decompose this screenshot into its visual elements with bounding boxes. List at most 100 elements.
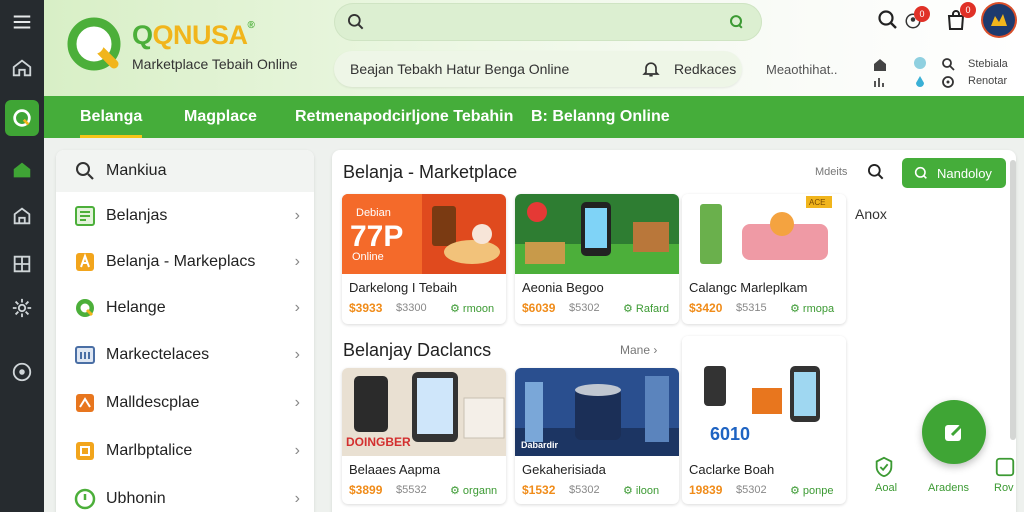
brand-name: QQNUSA® [132, 20, 255, 50]
product-seller: ⚙ rmoon [450, 303, 495, 315]
edit-square-icon [995, 457, 1015, 477]
sidebar-item-malldescplae[interactable]: Malldescplae › [56, 380, 314, 426]
svg-text:Debian: Debian [356, 207, 391, 219]
sidebar-item-label: Mankiua [106, 162, 167, 179]
promo-text: Beajan Tebakh Hatur Benga Online [350, 61, 570, 77]
scrollbar[interactable] [1010, 160, 1016, 440]
product-price: $1532 [522, 483, 556, 497]
search-mini-icon[interactable] [941, 57, 955, 71]
tag-icon [76, 253, 94, 271]
promo-link[interactable]: Redkaces [674, 61, 736, 77]
sidebar-item-label: Markectelaces [106, 346, 210, 363]
sidebar-item-belanja-markeplacs[interactable]: Belanja - Markeplacs › [56, 239, 314, 285]
sidebar-item-label: Malldescplae [106, 394, 200, 411]
compose-fab[interactable] [922, 400, 986, 464]
store-icon[interactable] [0, 150, 44, 190]
settings-mini-icon[interactable] [941, 75, 955, 89]
tab-belanga[interactable]: Belanga [80, 96, 143, 138]
search-icon [914, 166, 927, 179]
user-icon[interactable]: 0 [904, 6, 930, 35]
sidebar-item-label: Belanjas [106, 207, 168, 224]
product-card[interactable]: 6010 Caclarke Boah 19839 $5302 ⚙ ponpe [682, 336, 846, 504]
brand-logo-icon[interactable] [66, 16, 124, 74]
header-link[interactable]: Meaothihat.. [766, 62, 838, 77]
product-title: Darkelong I Tebaih [349, 280, 458, 295]
sidebar-item-marlbptalice[interactable]: Marlbptalice › [56, 428, 314, 474]
home-icon[interactable] [0, 48, 44, 88]
grid-icon[interactable] [0, 244, 44, 284]
dot-mini-icon[interactable] [913, 56, 927, 70]
sidebar-item-mankiua[interactable]: Mankiua [56, 150, 314, 192]
bottom-action-rov[interactable]: Rov [994, 456, 1016, 494]
user-badge: 0 [914, 6, 930, 22]
product-title: Calangc Marleplkam [689, 280, 808, 295]
shield-icon [875, 456, 893, 478]
bag-icon [76, 442, 94, 460]
sidebar-item-label: Helange [106, 299, 166, 316]
search-input[interactable] [376, 10, 706, 34]
settings-icon[interactable] [0, 288, 44, 328]
sidebar-item-belanjas[interactable]: Belanjas › [56, 193, 314, 239]
search-icon[interactable] [866, 162, 886, 182]
drop-mini-icon[interactable] [913, 75, 927, 89]
mini-label-b[interactable]: Renotar [968, 75, 1007, 87]
product-image: ACE [682, 194, 846, 274]
product-seller: ⚙ Rafard [623, 303, 669, 315]
bag-icon[interactable]: 0 [944, 2, 976, 37]
download-button[interactable]: Nandoloy [902, 158, 1006, 188]
product-card[interactable]: DOINGBER Belaaes Aapma $3899 $5532 ⚙ org… [342, 368, 506, 504]
chevron-right-icon: › [294, 207, 300, 224]
product-card[interactable]: Aeonia Begoo $6039 $5302 ⚙ Rafard [515, 194, 679, 324]
help-icon[interactable] [0, 352, 44, 392]
search-bar[interactable] [334, 3, 762, 41]
chevron-right-icon: › [294, 442, 300, 459]
store-mini-icon[interactable] [873, 58, 887, 72]
bottom-action-label: Aoal [875, 482, 898, 494]
brand-icon[interactable] [5, 100, 39, 136]
details-link[interactable]: Mdeits [815, 166, 847, 178]
product-image [515, 194, 679, 274]
bottom-action-aoal[interactable]: Aoal [873, 456, 897, 494]
promo-strip[interactable]: Beajan Tebakh Hatur Benga Online Redkace… [334, 51, 742, 87]
avatar[interactable] [983, 4, 1015, 36]
product-old-price: $5532 [396, 484, 427, 496]
product-title: Caclarke Boah [689, 462, 775, 477]
product-title: Aeonia Begoo [522, 280, 604, 295]
product-seller: ⚙ organn [450, 485, 498, 497]
sidebar-item-markectelaces[interactable]: Markectelaces › [56, 332, 314, 378]
mini-label-a[interactable]: Stebiala [968, 58, 1008, 70]
product-seller: ⚙ iloon [623, 485, 660, 497]
product-price: $6039 [522, 301, 556, 315]
menu-icon[interactable] [0, 2, 44, 42]
search-top-icon[interactable] [876, 8, 900, 37]
section-title: Belanja - Marketplace [343, 162, 518, 182]
tab-retmenapodcirljone[interactable]: Retmenapodcirljone Tebahin [295, 96, 513, 138]
chart-mini-icon[interactable] [873, 75, 887, 89]
svg-text:77P: 77P [350, 220, 403, 253]
product-old-price: $5315 [736, 302, 767, 314]
product-price: 19839 [689, 483, 723, 497]
tab-magplace[interactable]: Magplace [184, 96, 257, 138]
brand-search-icon[interactable] [726, 12, 746, 32]
sidebar-item-helange[interactable]: Helange › [56, 285, 314, 331]
search-icon [348, 14, 364, 30]
box-icon [76, 394, 94, 412]
more-link[interactable]: Mane › [620, 343, 657, 357]
product-image: 6010 [682, 336, 846, 454]
svg-text:Online: Online [352, 251, 384, 263]
product-title: Belaaes Aapma [349, 462, 441, 477]
chevron-right-icon: › [294, 346, 300, 363]
sidebar-item-ubhonin[interactable]: Ubhonin › [56, 476, 314, 512]
building-icon[interactable] [0, 196, 44, 236]
edit-icon [945, 424, 963, 441]
bottom-action-label: Aradens [928, 482, 969, 494]
left-rail [0, 0, 44, 512]
tab-belanng-online[interactable]: B: Belanng Online [531, 96, 670, 138]
chevron-right-icon: › [294, 490, 300, 507]
bell-icon[interactable] [641, 59, 661, 79]
product-card[interactable]: Debian 77P Online Darkelong I Tebaih $39… [342, 194, 506, 324]
product-card[interactable]: Dabardir Gekaherisiada $1532 $5302 ⚙ ilo… [515, 368, 679, 504]
chat-icon [74, 488, 96, 510]
product-card[interactable]: ACE Calangc Marleplkam $3420 $5315 ⚙ rmo… [682, 194, 846, 324]
product-old-price: $5302 [569, 302, 600, 314]
